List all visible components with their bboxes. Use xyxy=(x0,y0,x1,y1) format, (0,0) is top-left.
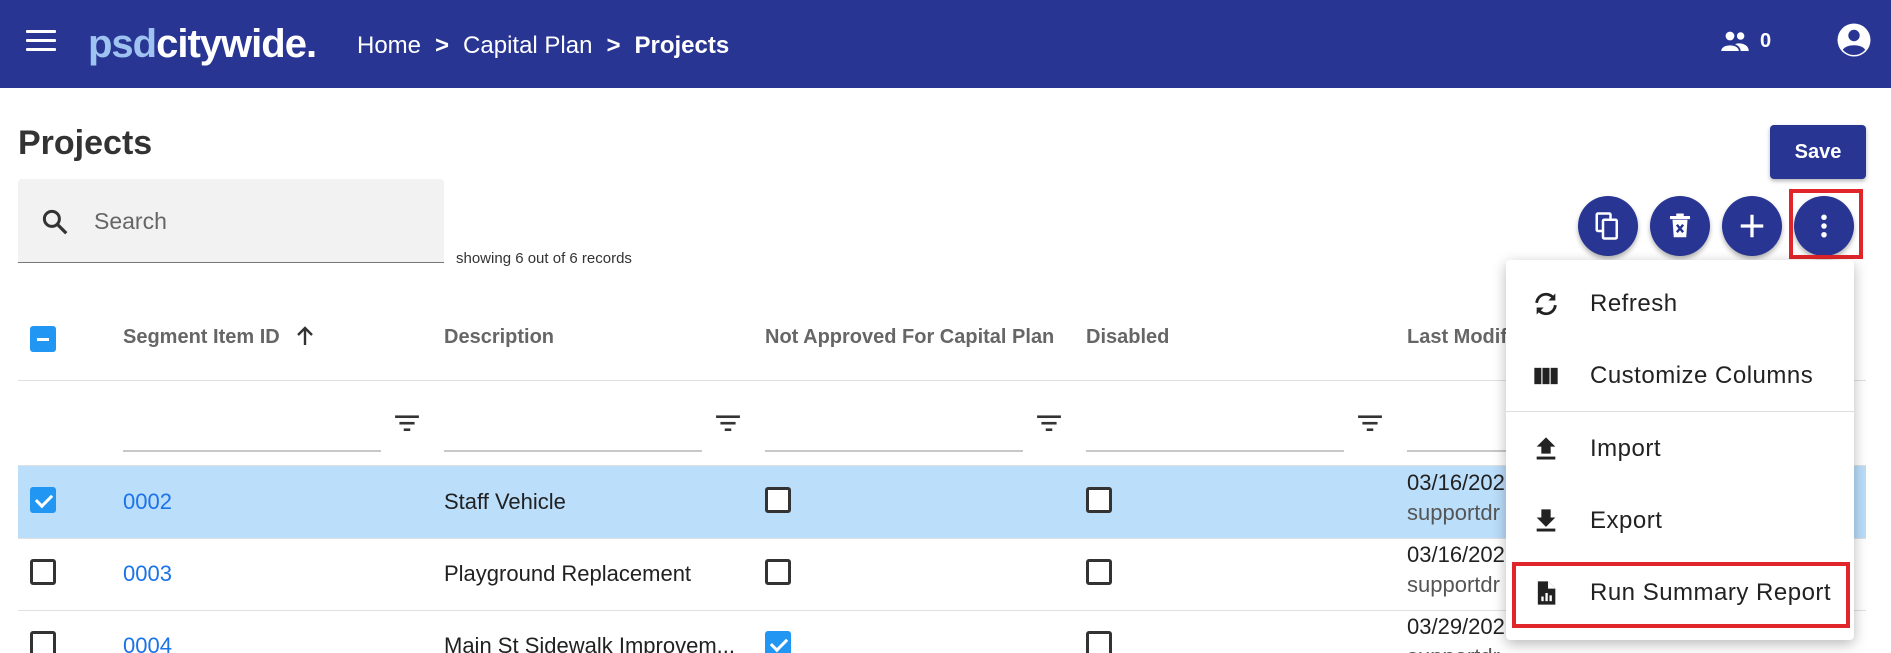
breadcrumb-capital-plan[interactable]: Capital Plan xyxy=(463,32,592,59)
filter-input-not-approved[interactable] xyxy=(765,450,1023,452)
download-icon xyxy=(1536,509,1556,532)
modified-by: supportdr xyxy=(1407,500,1500,525)
filter-icon[interactable] xyxy=(394,412,420,434)
filter-icon[interactable] xyxy=(1357,412,1383,434)
modified-by: supportdr xyxy=(1407,644,1500,653)
highlight-box xyxy=(1789,189,1863,259)
segment-item-id-link[interactable]: 0002 xyxy=(123,489,172,515)
menu-hamburger-icon[interactable] xyxy=(26,30,56,52)
disabled-checkbox[interactable] xyxy=(1086,559,1112,585)
upload-icon xyxy=(1536,437,1556,460)
modified-date: 03/16/202 xyxy=(1407,542,1505,567)
copy-icon xyxy=(1595,212,1618,240)
select-all-checkbox[interactable] xyxy=(30,326,56,352)
row-checkbox[interactable] xyxy=(30,487,56,513)
segment-item-id-link[interactable]: 0003 xyxy=(123,561,172,587)
highlight-box xyxy=(1512,562,1850,628)
column-header-disabled[interactable]: Disabled xyxy=(1086,326,1169,349)
filter-icon[interactable] xyxy=(715,412,741,434)
filter-input-segment-item-id[interactable] xyxy=(123,450,381,452)
menu-item-import[interactable]: Import xyxy=(1506,413,1854,485)
people-icon xyxy=(1721,31,1749,51)
description-cell: Playground Replacement xyxy=(444,561,692,586)
menu-item-customize-columns[interactable]: Customize Columns xyxy=(1506,340,1854,412)
filter-icon[interactable] xyxy=(1036,412,1062,434)
modified-date: 03/29/202 xyxy=(1407,614,1505,639)
filter-input-last-modified[interactable] xyxy=(1407,450,1507,452)
description-cell: Staff Vehicle xyxy=(444,489,566,514)
disabled-checkbox[interactable] xyxy=(1086,631,1112,653)
menu-item-label: Customize Columns xyxy=(1590,362,1814,389)
modified-date: 03/16/202 xyxy=(1407,470,1505,495)
menu-divider xyxy=(1506,411,1854,412)
app-logo[interactable]: psdcitywide. xyxy=(88,20,317,68)
delete-button[interactable] xyxy=(1650,196,1710,256)
row-checkbox[interactable] xyxy=(30,559,56,585)
filter-input-description[interactable] xyxy=(444,450,702,452)
modified-by: supportdr xyxy=(1407,572,1500,597)
menu-item-label: Import xyxy=(1590,435,1662,462)
sort-arrow-up-icon[interactable] xyxy=(293,324,317,348)
delete-icon xyxy=(1670,213,1690,238)
copy-button[interactable] xyxy=(1578,196,1638,256)
breadcrumb-separator: > xyxy=(606,32,621,59)
menu-item-refresh[interactable]: Refresh xyxy=(1506,268,1854,340)
column-header-description[interactable]: Description xyxy=(444,326,554,349)
segment-item-id-link[interactable]: 0004 xyxy=(123,633,172,653)
breadcrumb-projects: Projects xyxy=(634,32,730,59)
filter-input-disabled[interactable] xyxy=(1086,450,1344,452)
menu-item-export[interactable]: Export xyxy=(1506,485,1854,557)
columns-icon xyxy=(1534,367,1558,385)
breadcrumb-home[interactable]: Home xyxy=(357,32,421,59)
description-cell: Main St Sidewalk Improvem... xyxy=(444,633,735,653)
column-header-not-approved[interactable]: Not Approved For Capital Plan xyxy=(765,326,1054,349)
column-header-last-modified[interactable]: Last Modif xyxy=(1407,326,1507,349)
refresh-icon xyxy=(1535,292,1557,316)
account-circle-icon[interactable] xyxy=(1836,22,1872,58)
search-field[interactable] xyxy=(18,179,444,263)
menu-item-label: Export xyxy=(1590,507,1663,534)
not-approved-checkbox[interactable] xyxy=(765,631,791,653)
breadcrumb: Home > Capital Plan > Projects xyxy=(357,30,729,62)
row-checkbox[interactable] xyxy=(30,631,56,653)
records-count: showing 6 out of 6 records xyxy=(456,250,632,267)
breadcrumb-separator: > xyxy=(435,32,450,59)
online-users-button[interactable]: 0 xyxy=(1720,28,1800,58)
add-button[interactable] xyxy=(1722,196,1782,256)
disabled-checkbox[interactable] xyxy=(1086,487,1112,513)
not-approved-checkbox[interactable] xyxy=(765,487,791,513)
not-approved-checkbox[interactable] xyxy=(765,559,791,585)
users-count: 0 xyxy=(1760,30,1772,52)
page-title: Projects xyxy=(18,124,153,162)
save-button[interactable]: Save xyxy=(1770,125,1866,179)
menu-item-label: Refresh xyxy=(1590,290,1678,317)
column-header-segment-item-id[interactable]: Segment Item ID xyxy=(123,326,313,349)
search-input[interactable] xyxy=(94,203,424,239)
add-icon xyxy=(1740,214,1764,238)
top-app-bar: psdcitywide. Home > Capital Plan > Projects … xyxy=(0,0,1891,88)
search-icon xyxy=(42,209,68,235)
